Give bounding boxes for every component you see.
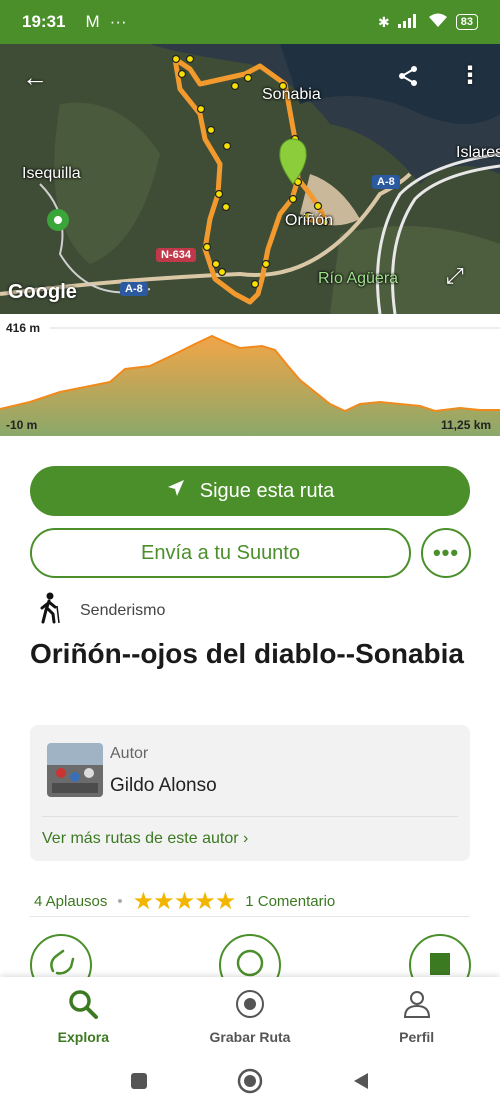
nav-item-explore[interactable]: Explora <box>0 977 167 1055</box>
nav-label-record: Grabar Ruta <box>209 1028 291 1045</box>
nav-label-profile: Perfil <box>399 1028 435 1045</box>
comments-count[interactable]: 1 Comentario <box>245 893 335 910</box>
recent-apps-icon[interactable] <box>129 1071 149 1096</box>
map-label-orinon: Oriñón <box>285 212 334 229</box>
stats-separator: • <box>117 893 123 910</box>
home-icon[interactable] <box>237 1068 263 1099</box>
claps-count[interactable]: 4 Aplausos <box>34 893 107 910</box>
status-time: 19:31 <box>22 12 66 31</box>
status-bar: 19:31 M ··· ✱ 83 <box>0 0 500 44</box>
route-map[interactable]: ← ⋮ Sonabia Islares Isequilla Oriñón Río… <box>0 44 500 314</box>
road-shield-a8-top: A-8 <box>372 175 400 189</box>
nav-label-explore: Explora <box>57 1028 110 1045</box>
hiker-icon <box>38 592 62 629</box>
gmail-icon: M <box>85 12 100 31</box>
author-divider <box>42 816 458 817</box>
wifi-icon <box>428 13 448 31</box>
signal-icon <box>397 13 420 31</box>
send-to-suunto-button[interactable]: Envía a tu Suunto <box>30 528 411 578</box>
more-routes-by-author-link[interactable]: Ver más rutas de este autor › <box>42 830 248 848</box>
back-icon[interactable] <box>351 1071 371 1096</box>
share-icon[interactable] <box>396 64 420 93</box>
more-dots-icon: ••• <box>432 540 460 565</box>
record-icon <box>234 988 266 1023</box>
bottom-navigation: Explora Grabar Ruta Perfil <box>0 977 500 1055</box>
bluetooth-icon: ✱ <box>378 13 390 30</box>
route-title: Oriñón--ojos del diablo--Sonabia <box>30 638 464 669</box>
map-label-sonabia: Sonabia <box>262 86 321 103</box>
activity-label: Senderismo <box>80 601 166 619</box>
road-shield-n634: N-634 <box>156 248 196 262</box>
profile-icon <box>401 988 433 1023</box>
battery-indicator: 83 <box>455 14 478 30</box>
road-shield-a8-bottom: A-8 <box>120 282 148 296</box>
send-to-suunto-label: Envía a tu Suunto <box>140 541 300 564</box>
elevation-distance-label: 11,25 km <box>441 418 492 432</box>
route-stats: 4 Aplausos • ★★★★★ 1 Comentario <box>34 887 335 916</box>
elevation-max-label: 416 m <box>6 321 41 335</box>
system-navigation-bar <box>0 1055 500 1111</box>
search-icon <box>67 988 99 1023</box>
elevation-min-label: -10 m <box>6 418 38 432</box>
map-label-rio-aguera: Río Agüera <box>318 270 399 287</box>
nav-item-profile[interactable]: Perfil <box>333 977 500 1055</box>
author-role-label: Autor <box>110 745 149 762</box>
activity-type: Senderismo <box>38 592 165 629</box>
author-photo <box>47 743 103 797</box>
elevation-profile: 416 m -10 m 11,25 km <box>0 314 500 436</box>
elevation-chart <box>0 327 500 436</box>
follow-route-button[interactable]: Sigue esta ruta <box>30 466 470 516</box>
more-options-button[interactable]: ••• <box>421 528 471 578</box>
overflow-menu-icon[interactable]: ⋮ <box>458 64 482 88</box>
google-logo: Google <box>8 281 77 303</box>
expand-map-icon[interactable]: ⤢ <box>446 265 464 287</box>
map-label-isequilla: Isequilla <box>22 165 81 182</box>
author-name[interactable]: Gildo Alonso <box>110 775 217 797</box>
more-notifications-icon: ··· <box>109 12 127 31</box>
navigation-arrow-icon <box>166 478 186 504</box>
back-arrow-icon[interactable]: ← <box>22 64 48 90</box>
map-label-islares: Islares <box>456 144 500 161</box>
follow-route-label: Sigue esta ruta <box>199 479 335 502</box>
author-card[interactable]: Autor Gildo Alonso Ver más rutas de este… <box>30 725 470 861</box>
rating-stars: ★★★★★ <box>132 888 237 915</box>
nav-item-record[interactable]: Grabar Ruta <box>167 977 334 1055</box>
stats-divider <box>30 916 470 917</box>
